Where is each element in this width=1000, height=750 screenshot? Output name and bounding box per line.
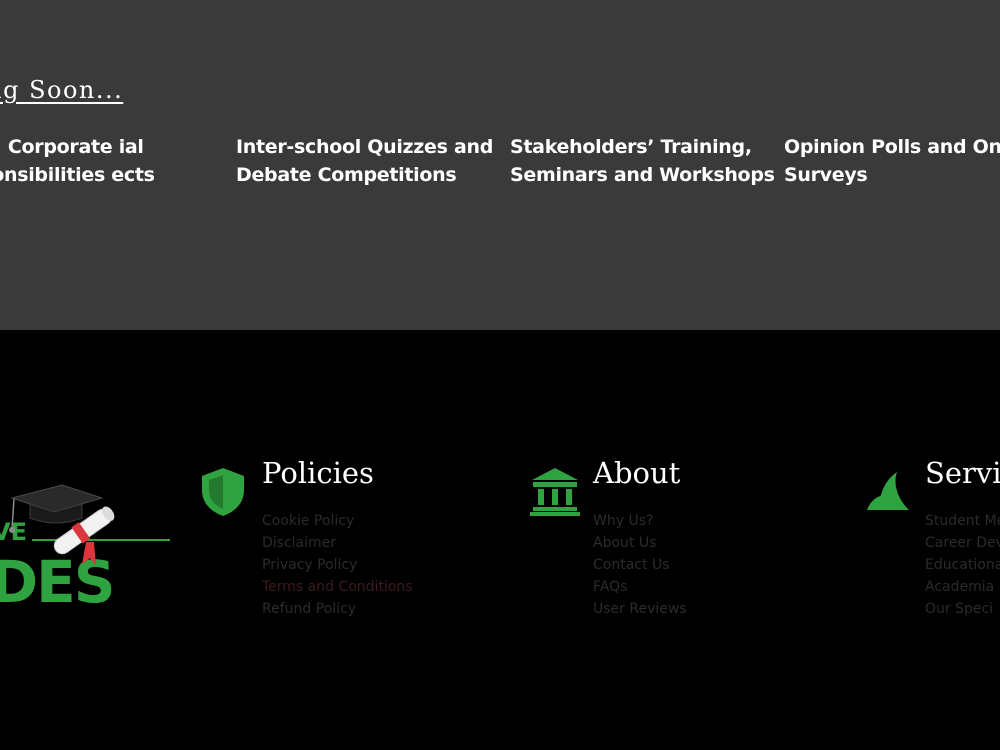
services-link-list: Student Me Career Dev Educationa Academi… — [925, 510, 1000, 620]
footer-link-service-4[interactable]: Academia — [925, 576, 1000, 598]
coming-soon-heading: ning Soon... — [0, 76, 124, 104]
footer-column-title: Servic — [925, 456, 1000, 490]
site-logo[interactable]: VE DES — [0, 480, 175, 616]
logo-graphic: VE DES — [0, 484, 170, 616]
services-icon — [865, 470, 911, 517]
footer-link-service-2[interactable]: Career Dev — [925, 532, 1000, 554]
feature-item: tners’ Corporate ial Responsibilities ec… — [0, 136, 155, 186]
footer-link-service-3[interactable]: Educationa — [925, 554, 1000, 576]
footer-link-about-us[interactable]: About Us — [593, 532, 687, 554]
footer-link-contact-us[interactable]: Contact Us — [593, 554, 687, 576]
footer-column-title: About — [593, 456, 681, 490]
coming-soon-section: ning Soon... tners’ Corporate ial Respon… — [0, 0, 1000, 330]
svg-text:DES: DES — [0, 548, 114, 610]
footer-link-service-5[interactable]: Our Speci — [925, 598, 1000, 620]
footer-link-faqs[interactable]: FAQs — [593, 576, 687, 598]
site-footer: VE DES Policies Cookie Polic — [0, 330, 1000, 750]
feature-item: Opinion Polls and Onlin Surveys — [784, 136, 1000, 186]
shield-icon — [200, 466, 246, 523]
footer-link-refund-policy[interactable]: Refund Policy — [262, 598, 413, 620]
footer-link-why-us[interactable]: Why Us? — [593, 510, 687, 532]
feature-item: Inter-school Quizzes and Debate Competit… — [236, 136, 494, 186]
footer-column-title: Policies — [262, 456, 374, 490]
footer-link-service-1[interactable]: Student Me — [925, 510, 1000, 532]
footer-link-privacy-policy[interactable]: Privacy Policy — [262, 554, 413, 576]
footer-link-disclaimer[interactable]: Disclaimer — [262, 532, 413, 554]
about-link-list: Why Us? About Us Contact Us FAQs User Re… — [593, 510, 687, 620]
policies-link-list: Cookie Policy Disclaimer Privacy Policy … — [262, 510, 413, 620]
footer-link-user-reviews[interactable]: User Reviews — [593, 598, 687, 620]
institution-icon — [530, 466, 580, 521]
footer-link-cookie-policy[interactable]: Cookie Policy — [262, 510, 413, 532]
feature-item: Stakeholders’ Training, Seminars and Wor… — [510, 136, 775, 186]
footer-link-terms-and-conditions[interactable]: Terms and Conditions — [262, 576, 413, 598]
